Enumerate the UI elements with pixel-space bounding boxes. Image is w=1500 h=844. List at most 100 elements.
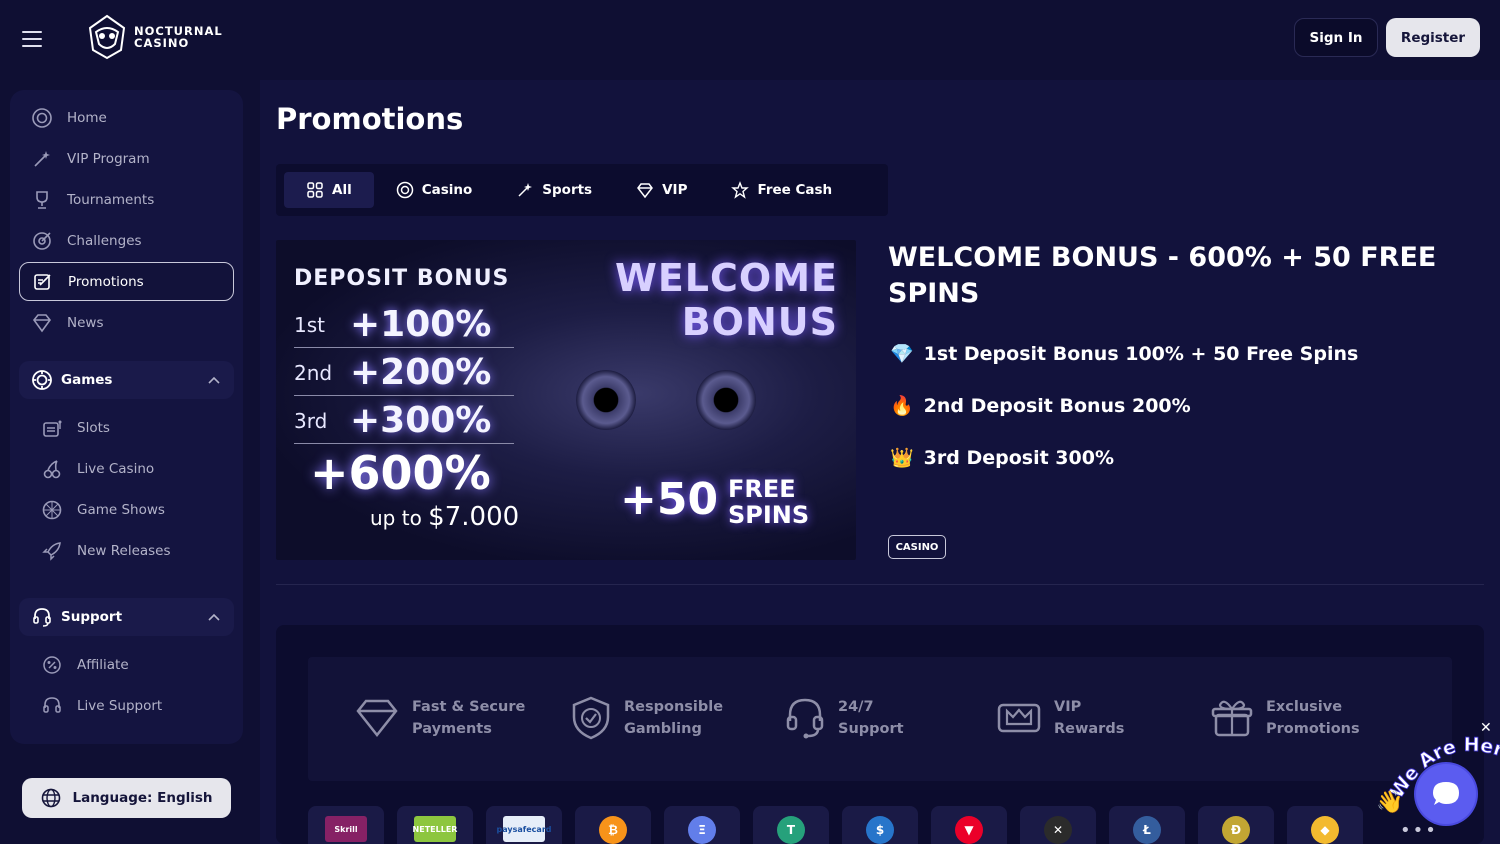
banner-welcome-text: WELCOME BONUS xyxy=(615,256,838,344)
promo-line-text: 3rd Deposit 300% xyxy=(923,446,1115,469)
tab-free-cash[interactable]: Free Cash xyxy=(709,172,854,208)
feature-item: VIP Rewards xyxy=(996,695,1124,741)
payment-method-tile: $ xyxy=(842,806,918,844)
divider xyxy=(276,584,1484,585)
feature-line-2: Rewards xyxy=(1054,721,1125,737)
sidebar-item-label: Home xyxy=(67,109,107,126)
banner-spins-number: +50 xyxy=(620,474,719,525)
payment-method-tile: ◆ xyxy=(1287,806,1363,844)
sidebar-item-label: News xyxy=(67,314,104,331)
globe-icon xyxy=(42,788,61,808)
sidebar-item-tournaments[interactable]: Tournaments xyxy=(19,180,234,219)
payment-logo-icon: ▼ xyxy=(955,816,983,844)
tab-label: All xyxy=(332,182,352,198)
more-options-icon[interactable]: ••• xyxy=(1400,820,1438,841)
banner-welcome-line-2: BONUS xyxy=(681,300,838,344)
support-section-header[interactable]: Support xyxy=(19,598,234,636)
trophy-icon xyxy=(36,190,48,209)
payment-method-tile: Skrill xyxy=(308,806,384,844)
affiliate-icon xyxy=(43,655,61,674)
payment-logo-icon: paysafecard xyxy=(497,816,552,842)
category-tag[interactable]: CASINO xyxy=(888,535,946,559)
sidebar-item-live-casino[interactable]: Live Casino xyxy=(19,449,234,488)
games-section-header[interactable]: Games xyxy=(19,361,234,399)
sidebar-item-home[interactable]: Home xyxy=(19,98,234,137)
banner-spins-line-1: FREE xyxy=(728,475,796,503)
hamburger-menu-icon[interactable] xyxy=(20,28,44,50)
target-icon xyxy=(33,231,51,250)
tab-label: Sports xyxy=(542,182,593,198)
promo-line: 👑 3rd Deposit 300% xyxy=(890,446,1115,470)
chip-icon xyxy=(32,370,52,390)
page-title: Promotions xyxy=(276,102,464,136)
sidebar-item-label: Live Casino xyxy=(77,460,155,477)
language-selector-button[interactable]: Language: English xyxy=(22,778,231,818)
payment-method-tile: paysafecard xyxy=(486,806,562,844)
feature-line-1: 24/7 xyxy=(838,699,874,715)
chevron-up-icon[interactable] xyxy=(208,613,220,621)
payment-logo-icon: ₿ xyxy=(599,816,627,844)
sidebar-item-live-support[interactable]: Live Support xyxy=(19,686,234,725)
headset-icon xyxy=(43,696,61,713)
payment-method-tile: Ξ xyxy=(664,806,740,844)
sidebar-item-promotions[interactable]: Promotions xyxy=(19,262,234,301)
payment-logo-icon: Ð xyxy=(1222,816,1250,844)
banner-upto-amount: $7.000 xyxy=(428,502,520,532)
feature-line-2: Support xyxy=(838,721,904,737)
banner-row-ordinal: 2nd xyxy=(294,360,333,385)
chevron-up-icon[interactable] xyxy=(208,376,220,384)
banner-row: 1st +100% xyxy=(294,302,514,348)
sidebar-item-news[interactable]: News xyxy=(19,303,234,342)
fire-emoji-icon: 🔥 xyxy=(890,395,914,417)
footer-features-card: Fast & Secure Payments Responsible Gamblin… xyxy=(276,625,1484,844)
star-icon xyxy=(731,181,750,199)
home-icon xyxy=(32,107,52,128)
sidebar-item-label: Challenges xyxy=(67,232,142,249)
sidebar-item-label: Game Shows xyxy=(77,501,165,518)
logo[interactable]: NOCTURNAL CASINO xyxy=(88,14,223,60)
tab-all[interactable]: All xyxy=(284,172,374,208)
sidebar-item-new-releases[interactable]: New Releases xyxy=(19,531,234,570)
register-button[interactable]: Register xyxy=(1386,18,1480,57)
payment-method-tile: T xyxy=(753,806,829,844)
live-chat-button[interactable] xyxy=(1416,764,1476,824)
wheel-icon xyxy=(42,500,62,519)
language-label: Language: English xyxy=(72,790,213,806)
payment-method-tile: Ł xyxy=(1109,806,1185,844)
tab-casino[interactable]: Casino xyxy=(374,172,495,208)
banner-spins-text: FREE SPINS xyxy=(728,476,809,528)
diamond-icon xyxy=(32,313,52,332)
banner-row-ordinal: 1st xyxy=(294,312,325,337)
banner-welcome-line-1: WELCOME xyxy=(614,256,838,300)
payment-logo-icon: Skrill xyxy=(325,816,367,842)
sidebar-item-affiliate[interactable]: Affiliate xyxy=(19,645,234,684)
payment-method-tile: Ð xyxy=(1198,806,1274,844)
tab-vip[interactable]: VIP xyxy=(614,172,709,208)
diamond-icon xyxy=(637,183,654,199)
sidebar-item-game-shows[interactable]: Game Shows xyxy=(19,490,234,529)
gift-icon xyxy=(1211,700,1253,737)
owl-eye-left xyxy=(576,370,636,430)
feature-line-2: Gambling xyxy=(624,721,702,737)
promo-line-text: 2nd Deposit Bonus 200% xyxy=(923,394,1191,417)
sidebar-item-slots[interactable]: Slots xyxy=(19,408,234,447)
sidebar: Home VIP Program Tournaments Challenges … xyxy=(0,80,260,844)
magic-wand-icon xyxy=(34,150,50,167)
main-content: Promotions All Casino Sports VIP Free Ca… xyxy=(260,80,1500,844)
slot-machine-icon xyxy=(43,420,62,437)
tab-sports[interactable]: Sports xyxy=(494,172,614,208)
banner-row-percent: +200% xyxy=(350,352,492,393)
edit-icon xyxy=(34,273,51,290)
payment-methods-row: Skrill NETELLER paysafecard ₿ Ξ T $ ▼ ✕ Ł Ð ◆ xyxy=(308,806,1363,844)
banner-row-ordinal: 3rd xyxy=(294,408,328,433)
sidebar-item-label: Live Support xyxy=(77,697,163,714)
sidebar-item-vip-program[interactable]: VIP Program xyxy=(19,139,234,178)
banner-upto: up to $7.000 xyxy=(370,502,519,532)
sidebar-item-label: VIP Program xyxy=(67,150,150,167)
sign-in-button[interactable]: Sign In xyxy=(1294,18,1378,57)
promo-title: WELCOME BONUS - 600% + 50 FREE SPINS xyxy=(888,242,1437,309)
sidebar-card: Home VIP Program Tournaments Challenges … xyxy=(10,90,243,744)
sidebar-item-challenges[interactable]: Challenges xyxy=(19,221,234,260)
diamond-emoji-icon: 💎 xyxy=(890,343,914,365)
welcome-bonus-banner[interactable]: DEPOSIT BONUS 1st +100% 2nd +200% 3rd +300%… xyxy=(276,240,856,560)
